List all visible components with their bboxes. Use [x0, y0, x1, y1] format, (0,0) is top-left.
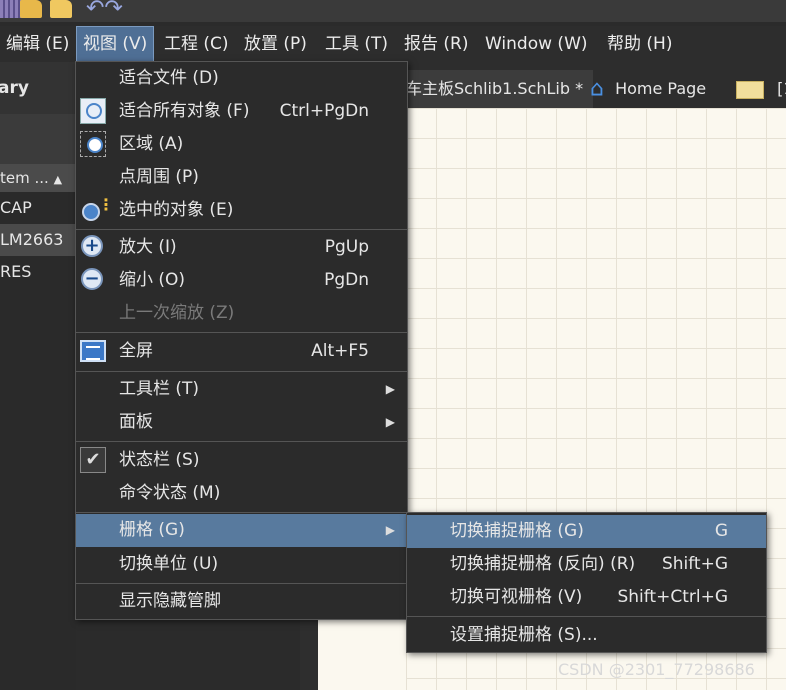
shortcut-label: Ctrl+PgDn	[279, 101, 369, 121]
menu-item-previous-zoom: 上一次缩放 (Z)	[76, 297, 407, 330]
menu-item-label: 选中的对象 (E)	[119, 200, 234, 220]
check-icon: ✔	[80, 447, 106, 473]
submenu-arrow-icon: ▶	[385, 415, 395, 429]
menu-item-fit-all-objects[interactable]: 适合所有对象 (F) Ctrl+PgDn	[76, 95, 407, 128]
menu-item-zoom-in[interactable]: + 放大 (I) PgUp	[76, 231, 407, 264]
submenu-item-toggle-snap-grid[interactable]: 切换捕捉栅格 (G) G	[407, 515, 766, 548]
component-row[interactable]: CAP	[0, 192, 76, 224]
menu-item-label: 区域 (A)	[119, 134, 184, 154]
menu-item-around-point[interactable]: 点周围 (P)	[76, 161, 407, 194]
shortcut-label: PgUp	[324, 237, 369, 257]
menu-separator	[76, 229, 407, 230]
menu-item-status-bar[interactable]: ✔ 状态栏 (S)	[76, 444, 407, 477]
menu-separator	[407, 616, 766, 617]
menu-separator	[76, 332, 407, 333]
menu-item-label: 面板	[119, 412, 153, 432]
menu-separator	[76, 371, 407, 372]
shortcut-label: Shift+Ctrl+G	[617, 587, 728, 607]
shortcut-label: G	[714, 521, 728, 541]
menu-item-label: 上一次缩放 (Z)	[119, 303, 235, 323]
grid-icon[interactable]	[0, 0, 22, 18]
undo-redo-icon[interactable]: ↶↷	[86, 0, 134, 20]
menu-item-toolbars[interactable]: 工具栏 (T) ▶	[76, 373, 407, 406]
submenu-item-label: 切换可视栅格 (V)	[450, 587, 583, 607]
menu-item-panels[interactable]: 面板 ▶	[76, 406, 407, 439]
menu-item-label: 全屏	[119, 341, 153, 361]
menu-item-label: 适合文件 (D)	[119, 68, 219, 88]
zoom-in-icon: +	[81, 235, 103, 257]
grid-submenu: 切换捕捉栅格 (G) G 切换捕捉栅格 (反向) (R) Shift+G 切换可…	[406, 512, 767, 653]
component-row[interactable]: LM2663	[0, 224, 76, 256]
submenu-item-label: 设置捕捉栅格 (S)...	[450, 625, 598, 645]
view-menu-dropdown: 适合文件 (D) 适合所有对象 (F) Ctrl+PgDn 区域 (A) 点周围…	[75, 61, 408, 620]
menu-item-label: 切换单位 (U)	[119, 554, 219, 574]
submenu-item-label: 切换捕捉栅格 (反向) (R)	[450, 554, 636, 574]
menu-item-command-status[interactable]: 命令状态 (M)	[76, 477, 407, 510]
menu-separator	[76, 441, 407, 442]
menu-place[interactable]: 放置 (P)	[238, 26, 313, 62]
menu-item-show-hidden-pins[interactable]: 显示隐藏管脚	[76, 585, 407, 618]
menu-item-label: 放大 (I)	[119, 237, 177, 257]
menu-item-selected-objects[interactable]: 选中的对象 (E)	[76, 194, 407, 227]
menu-project[interactable]: 工程 (C)	[158, 26, 235, 62]
menu-item-label: 适合所有对象 (F)	[119, 101, 250, 121]
submenu-arrow-icon: ▶	[385, 523, 395, 537]
menu-item-fullscreen[interactable]: 全屏 Alt+F5	[76, 335, 407, 368]
menu-item-grids[interactable]: 栅格 (G) ▶	[76, 514, 407, 547]
top-toolbar: ↶↷	[0, 0, 786, 22]
submenu-item-label: 切换捕捉栅格 (G)	[450, 521, 584, 541]
watermark: CSDN @2301_77298686	[558, 660, 755, 679]
shortcut-label: Shift+G	[661, 554, 728, 574]
menu-window[interactable]: Window (W)	[479, 26, 594, 62]
menu-item-label: 点周围 (P)	[119, 167, 199, 187]
menu-help[interactable]: 帮助 (H)	[601, 26, 678, 62]
menu-item-label: 命令状态 (M)	[119, 483, 221, 503]
menu-item-fit-document[interactable]: 适合文件 (D)	[76, 62, 407, 95]
menu-view[interactable]: 视图 (V)	[76, 26, 155, 62]
home-icon: ⌂	[590, 76, 604, 102]
menu-separator	[76, 512, 407, 513]
document-icon	[736, 80, 764, 99]
menu-item-label: 栅格 (G)	[119, 520, 185, 540]
zoom-selected-icon	[80, 195, 114, 223]
sort-up-icon: ▲	[53, 173, 63, 186]
menubar: 编辑 (E) 视图 (V) 工程 (C) 放置 (P) 工具 (T) 报告 (R…	[0, 26, 786, 62]
zoom-area-icon	[80, 131, 106, 157]
fit-all-icon	[80, 98, 106, 124]
menu-item-label: 显示隐藏管脚	[119, 591, 221, 611]
tab-home-page[interactable]: ⌂ Home Page	[590, 70, 706, 108]
menu-separator	[76, 583, 407, 584]
zoom-out-icon: −	[81, 268, 103, 290]
menu-edit[interactable]: 编辑 (E)	[0, 26, 75, 62]
menu-tools[interactable]: 工具 (T)	[319, 26, 394, 62]
shortcut-label: PgDn	[324, 270, 369, 290]
panel-toolbar	[0, 114, 76, 164]
menu-item-label: 缩小 (O)	[119, 270, 186, 290]
submenu-item-set-snap-grid[interactable]: 设置捕捉栅格 (S)...	[407, 619, 766, 652]
library-panel: ary tem ... ▲ CAP LM2663 RES	[0, 62, 76, 690]
document-tabs: 车主板Schlib1.SchLib * ⌂ Home Page [1	[406, 62, 786, 108]
menu-item-label: 状态栏 (S)	[119, 450, 200, 470]
open-project-icon[interactable]	[50, 0, 72, 18]
fullscreen-icon	[80, 340, 106, 362]
tab-other-label: [1	[777, 79, 786, 98]
panel-title: ary	[0, 62, 76, 114]
menu-item-zoom-out[interactable]: − 缩小 (O) PgDn	[76, 264, 407, 297]
menu-item-area[interactable]: 区域 (A)	[76, 128, 407, 161]
submenu-item-toggle-snap-grid-reverse[interactable]: 切换捕捉栅格 (反向) (R) Shift+G	[407, 548, 766, 581]
menu-item-label: 工具栏 (T)	[119, 379, 200, 399]
tab-schlib[interactable]: 车主板Schlib1.SchLib *	[406, 70, 594, 108]
tab-other[interactable]: [1	[736, 70, 786, 108]
tab-home-label: Home Page	[615, 79, 707, 98]
open-folder-icon[interactable]	[20, 0, 42, 18]
menu-reports[interactable]: 报告 (R)	[398, 26, 474, 62]
submenu-item-toggle-visible-grid[interactable]: 切换可视栅格 (V) Shift+Ctrl+G	[407, 581, 766, 614]
shortcut-label: Alt+F5	[311, 341, 369, 361]
column-header-design-item[interactable]: tem ... ▲	[0, 164, 76, 192]
menu-item-toggle-units[interactable]: 切换单位 (U)	[76, 548, 407, 581]
component-row[interactable]: RES	[0, 256, 76, 288]
submenu-arrow-icon: ▶	[385, 382, 395, 396]
